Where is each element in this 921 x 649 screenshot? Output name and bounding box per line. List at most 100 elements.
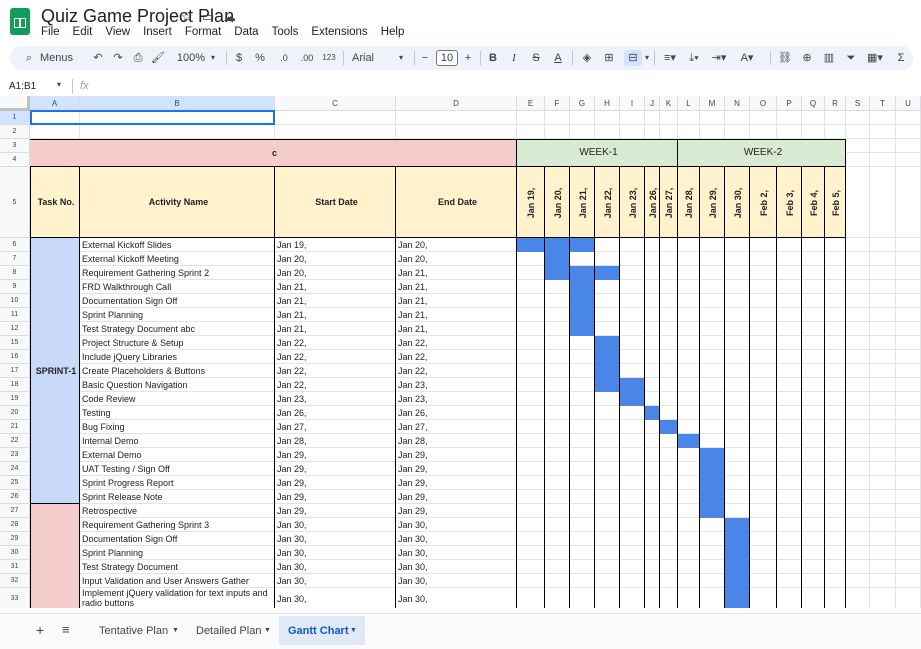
- activity-name-cell[interactable]: Documentation Sign Off: [80, 294, 275, 308]
- start-date-cell[interactable]: Jan 19,: [275, 238, 396, 252]
- activity-name-cell[interactable]: Sprint Progress Report: [80, 476, 275, 490]
- row-header[interactable]: 12: [0, 322, 30, 336]
- borders-icon[interactable]: ⊞: [603, 50, 615, 66]
- start-date-cell[interactable]: Jan 20,: [275, 252, 396, 266]
- start-date-cell[interactable]: Jan 22,: [275, 350, 396, 364]
- start-date-cell[interactable]: Jan 29,: [275, 448, 396, 462]
- end-date-cell[interactable]: Jan 21,: [396, 266, 517, 280]
- end-date-cell[interactable]: Jan 30,: [396, 592, 517, 608]
- column-header-l[interactable]: L: [678, 96, 700, 111]
- row-header[interactable]: 26: [0, 490, 30, 504]
- row-header[interactable]: 15: [0, 336, 30, 350]
- row-header[interactable]: 28: [0, 518, 30, 532]
- end-date-cell[interactable]: Jan 28,: [396, 434, 517, 448]
- column-header-p[interactable]: P: [777, 96, 802, 111]
- search-menus-icon[interactable]: ⌕: [22, 50, 36, 66]
- horizontal-align-icon[interactable]: ≡▾: [660, 50, 680, 66]
- fill-color-icon[interactable]: ◈: [581, 50, 593, 66]
- formula-input[interactable]: [95, 78, 915, 94]
- activity-name-cell[interactable]: Include jQuery Libraries: [80, 350, 275, 364]
- menu-item-format[interactable]: Format: [185, 26, 221, 38]
- zoom-chevron-down-icon[interactable]: ▾: [208, 50, 218, 66]
- row-header[interactable]: 31: [0, 560, 30, 574]
- start-date-cell[interactable]: Jan 22,: [275, 336, 396, 350]
- row-header[interactable]: 9: [0, 280, 30, 294]
- move-folder-icon[interactable]: ▭: [202, 9, 214, 25]
- menu-item-view[interactable]: View: [105, 26, 130, 38]
- row-header[interactable]: 17: [0, 364, 30, 378]
- merge-cells-icon[interactable]: ⊟: [624, 50, 642, 66]
- activity-name-cell[interactable]: Implement jQuery validation for text inp…: [80, 588, 275, 608]
- activity-name-cell[interactable]: External Demo: [80, 448, 275, 462]
- column-header-n[interactable]: N: [725, 96, 750, 111]
- activity-name-cell[interactable]: Retrospective: [80, 504, 275, 518]
- end-date-cell[interactable]: Jan 30,: [396, 560, 517, 574]
- end-date-cell[interactable]: Jan 23,: [396, 392, 517, 406]
- column-header-j[interactable]: J: [645, 96, 660, 111]
- merge-chevron-down-icon[interactable]: ▾: [643, 50, 651, 66]
- undo-icon[interactable]: ↶: [91, 50, 105, 66]
- start-date-cell[interactable]: Jan 29,: [275, 490, 396, 504]
- activity-name-cell[interactable]: Test Strategy Document: [80, 560, 275, 574]
- activity-name-cell[interactable]: Input Validation and User Answers Gather: [80, 574, 275, 588]
- tab-detailed-plan-chevron-down-icon[interactable]: ▼: [264, 627, 271, 634]
- tab-detailed-plan[interactable]: Detailed Plan: [196, 625, 261, 637]
- row-header[interactable]: 7: [0, 252, 30, 266]
- start-date-cell[interactable]: Jan 26,: [275, 406, 396, 420]
- column-header-q[interactable]: Q: [802, 96, 825, 111]
- start-date-cell[interactable]: Jan 30,: [275, 532, 396, 546]
- row-header[interactable]: 19: [0, 392, 30, 406]
- text-color-icon[interactable]: A: [552, 50, 564, 66]
- end-date-cell[interactable]: Jan 22,: [396, 364, 517, 378]
- menu-item-insert[interactable]: Insert: [143, 26, 172, 38]
- text-wrapping-icon[interactable]: ⇥▾: [709, 50, 729, 66]
- start-date-cell[interactable]: Jan 21,: [275, 308, 396, 322]
- row-header[interactable]: 8: [0, 266, 30, 280]
- text-rotation-icon[interactable]: A▾: [734, 50, 760, 66]
- activity-name-cell[interactable]: External Kickoff Meeting: [80, 252, 275, 266]
- tab-tentative-plan-chevron-down-icon[interactable]: ▼: [172, 627, 179, 634]
- font-size-input[interactable]: 10: [436, 50, 458, 66]
- column-header-e[interactable]: E: [517, 96, 545, 111]
- row-header[interactable]: 5: [0, 167, 30, 238]
- bold-icon[interactable]: B: [487, 50, 499, 66]
- filter-views-icon[interactable]: ▦▾: [864, 50, 886, 66]
- end-date-cell[interactable]: Jan 29,: [396, 476, 517, 490]
- activity-name-cell[interactable]: External Kickoff Slides: [80, 238, 275, 252]
- activity-name-cell[interactable]: Code Review: [80, 392, 275, 406]
- column-header-h[interactable]: H: [595, 96, 620, 111]
- row-header[interactable]: 32: [0, 574, 30, 588]
- row-header[interactable]: 3: [0, 139, 30, 153]
- end-date-cell[interactable]: Jan 22,: [396, 350, 517, 364]
- column-header-s[interactable]: S: [846, 96, 870, 111]
- decrease-decimal-button[interactable]: .0: [276, 50, 292, 66]
- increase-decimal-button[interactable]: .00: [298, 50, 316, 66]
- add-sheet-icon[interactable]: +: [36, 622, 44, 638]
- name-box[interactable]: A1:B1: [9, 81, 36, 92]
- row-header[interactable]: 21: [0, 420, 30, 434]
- column-header-r[interactable]: R: [825, 96, 846, 111]
- activity-name-cell[interactable]: Requirement Gathering Sprint 3: [80, 518, 275, 532]
- menu-item-extensions[interactable]: Extensions: [311, 26, 367, 38]
- column-header-f[interactable]: F: [545, 96, 570, 111]
- menu-item-edit[interactable]: Edit: [73, 26, 93, 38]
- end-date-cell[interactable]: Jan 29,: [396, 490, 517, 504]
- menu-item-help[interactable]: Help: [381, 26, 405, 38]
- functions-icon[interactable]: Σ: [895, 50, 907, 66]
- row-header[interactable]: 4: [0, 153, 30, 167]
- column-header-d[interactable]: D: [396, 96, 517, 111]
- percent-format-button[interactable]: %: [254, 50, 266, 66]
- activity-name-cell[interactable]: Testing: [80, 406, 275, 420]
- menu-item-data[interactable]: Data: [234, 26, 258, 38]
- zoom-select[interactable]: 100%: [176, 50, 206, 66]
- tab-gantt-chart[interactable]: Gantt Chart: [288, 625, 349, 637]
- column-header-a[interactable]: A: [30, 96, 80, 111]
- start-date-cell[interactable]: Jan 21,: [275, 280, 396, 294]
- end-date-cell[interactable]: Jan 30,: [396, 574, 517, 588]
- sheets-logo[interactable]: [10, 8, 30, 35]
- start-date-cell[interactable]: Jan 22,: [275, 378, 396, 392]
- activity-name-cell[interactable]: Create Placeholders & Buttons: [80, 364, 275, 378]
- row-header[interactable]: 29: [0, 532, 30, 546]
- column-header-k[interactable]: K: [660, 96, 678, 111]
- end-date-cell[interactable]: Jan 20,: [396, 252, 517, 266]
